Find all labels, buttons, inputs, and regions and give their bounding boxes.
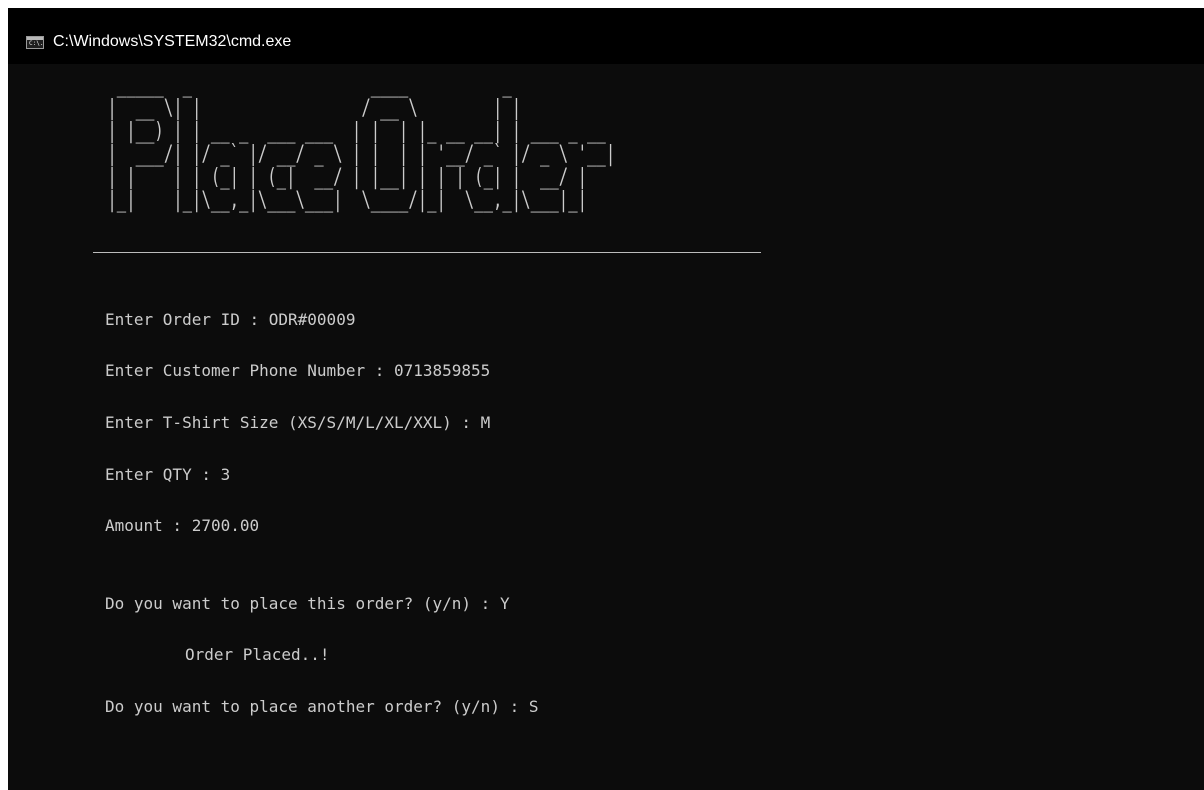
banner-underline — [93, 252, 761, 253]
cmd-icon-glyph: C:\. — [29, 40, 44, 47]
banner-line: | | | | (_| | (_| __/ | |__| | | | (_| |… — [98, 165, 616, 190]
phone-number-prompt: Enter Customer Phone Number : 0713859855 — [105, 361, 491, 380]
console-output[interactable]: _____ _ ____ _ | __ \| | / __ \ | | | |_… — [8, 64, 1204, 790]
cmd-console-icon[interactable]: C:\. — [26, 36, 44, 49]
confirm-order-prompt: Do you want to place this order? (y/n) :… — [105, 594, 510, 613]
cmd-window: C:\. C:\Windows\SYSTEM32\cmd.exe _____ _… — [8, 8, 1204, 790]
tshirt-size-prompt: Enter T-Shirt Size (XS/S/M/L/XL/XXL) : M — [105, 413, 491, 432]
banner-line: _____ _ ____ _ — [98, 73, 616, 98]
qty-prompt: Enter QTY : 3 — [105, 465, 231, 484]
banner-line: |_| |_|\__,_|\___\___| \____/|_| \__,_|\… — [98, 188, 616, 213]
order-id-prompt: Enter Order ID : ODR#00009 — [105, 310, 356, 329]
order-placed-message: Order Placed..! — [185, 645, 330, 664]
ascii-banner: _____ _ ____ _ | __ \| | / __ \ | | | |_… — [98, 74, 615, 212]
banner-line: | ___/| |/ _` |/ __/ _ \ | | | | '__/ _`… — [98, 142, 616, 167]
banner-line: | __ \| | / __ \ | | — [98, 96, 616, 121]
another-order-prompt: Do you want to place another order? (y/n… — [105, 697, 539, 716]
window-title: C:\Windows\SYSTEM32\cmd.exe — [53, 33, 292, 50]
title-bar[interactable]: C:\. C:\Windows\SYSTEM32\cmd.exe — [8, 8, 1204, 64]
amount-output: Amount : 2700.00 — [105, 516, 260, 535]
banner-line: | |__) | | __ _ ___ ___ | | | |_ __ __| … — [98, 119, 616, 144]
